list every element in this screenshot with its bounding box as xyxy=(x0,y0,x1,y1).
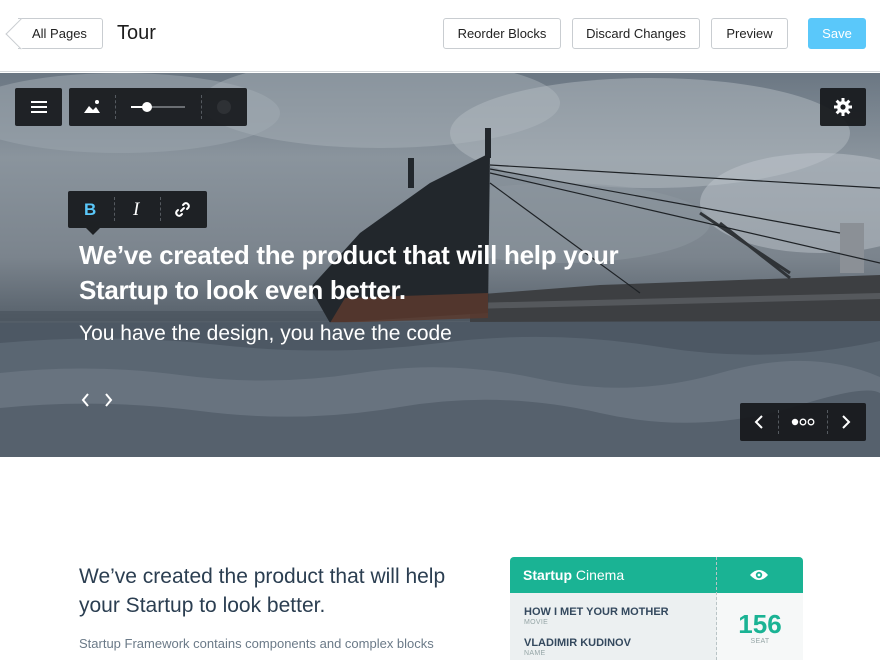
save-button[interactable]: Save xyxy=(808,18,866,49)
hero-next-arrow[interactable] xyxy=(105,393,113,407)
preview-button[interactable]: Preview xyxy=(711,18,788,49)
page-title: Tour xyxy=(117,22,156,44)
ticket-name-label: NAME xyxy=(524,650,546,657)
hero-block: B I We’ve created the product that will … xyxy=(0,73,880,457)
prev-slide-icon[interactable] xyxy=(753,414,765,430)
background-toolbar xyxy=(69,88,247,126)
all-pages-button[interactable]: All Pages xyxy=(18,18,103,49)
cinema-ticket-card: Startup Cinema HOW I MET YOUR MOTHER MOV… xyxy=(510,557,803,660)
discard-changes-button[interactable]: Discard Changes xyxy=(572,18,700,49)
hero-slide-arrows xyxy=(81,393,113,407)
hamburger-icon xyxy=(31,101,47,113)
brightness-slider[interactable] xyxy=(129,100,189,114)
slide-nav-toolbar xyxy=(740,403,866,441)
toolbar-divider xyxy=(201,95,202,119)
toolbar-divider xyxy=(160,197,161,221)
hero-subheading[interactable]: You have the design, you have the code xyxy=(79,322,452,346)
hero-prev-arrow[interactable] xyxy=(81,393,89,407)
toolbar-divider xyxy=(114,197,115,221)
gear-icon xyxy=(834,98,852,116)
dots-icon[interactable] xyxy=(791,417,815,427)
toolbar-divider xyxy=(115,95,116,119)
image-icon[interactable] xyxy=(83,98,101,116)
toolbar-divider xyxy=(778,410,779,434)
link-icon[interactable] xyxy=(174,201,191,218)
ticket-seat-label: SEAT xyxy=(750,638,770,645)
bold-icon[interactable]: B xyxy=(84,200,96,220)
next-slide-icon[interactable] xyxy=(840,414,852,430)
ticket-movie-label: MOVIE xyxy=(524,619,549,626)
ticket-name: VLADIMIR KUDINOV xyxy=(524,637,631,649)
content-text[interactable]: Startup Framework contains components an… xyxy=(79,636,434,651)
reorder-blocks-button[interactable]: Reorder Blocks xyxy=(443,18,561,49)
block-menu-button[interactable] xyxy=(15,88,62,126)
top-bar: All Pages Tour Reorder Blocks Discard Ch… xyxy=(0,0,880,72)
ticket-movie: HOW I MET YOUR MOTHER xyxy=(524,606,669,618)
content-title[interactable]: We’ve created the product that will help… xyxy=(79,562,459,620)
ticket-brand: Startup Cinema xyxy=(523,567,625,583)
italic-icon[interactable]: I xyxy=(133,199,139,221)
ticket-seat-number: 156 xyxy=(738,609,782,639)
all-pages-label: All Pages xyxy=(32,26,87,41)
hero-heading[interactable]: We’ve created the product that will help… xyxy=(79,238,699,308)
block-settings-button[interactable] xyxy=(820,88,866,126)
color-dot[interactable] xyxy=(216,99,232,115)
ticket-seat: 156 SEAT xyxy=(717,557,803,660)
text-format-toolbar: B I xyxy=(68,191,207,235)
toolbar-divider xyxy=(827,410,828,434)
